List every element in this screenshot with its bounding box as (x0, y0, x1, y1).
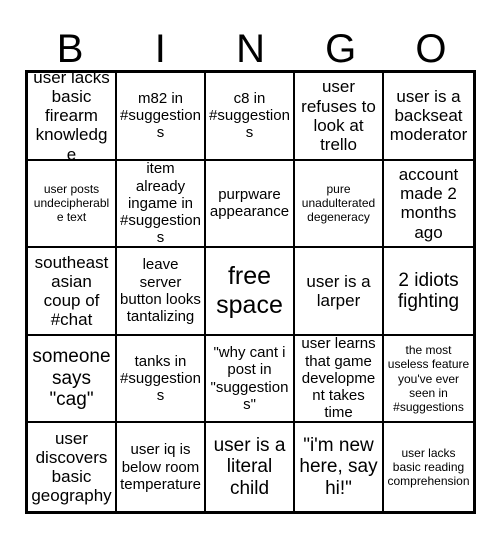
bingo-cell-free-space[interactable]: free space (206, 248, 295, 336)
bingo-cell[interactable]: pure unadulterated degeneracy (295, 160, 384, 249)
bingo-cell-label: user is a larper (306, 271, 371, 310)
bingo-card: B I N G O user lacks basic firearm knowl… (0, 0, 501, 544)
bingo-header: B I N G O (25, 14, 476, 70)
bingo-cell[interactable]: item already ingame in #suggestions (117, 160, 206, 249)
bingo-cell[interactable]: purpware appearance (206, 160, 295, 249)
bingo-cell-label: user is a backseat moderator (389, 86, 468, 145)
bingo-header-letter-b: B (56, 27, 84, 71)
bingo-cell-label: leave server button looks tantalizing (120, 256, 201, 326)
bingo-cell[interactable]: c8 in #suggestions (206, 73, 295, 161)
bingo-cell[interactable]: user is a literal child (206, 423, 295, 511)
bingo-cell-label: someone says "cag" (32, 346, 111, 411)
bingo-cell-label: "why cant i post in "suggestions" (210, 344, 289, 413)
bingo-cell[interactable]: user lacks basic reading comprehension (384, 423, 473, 511)
bingo-cell-label: user lacks basic reading comprehension (387, 445, 470, 489)
bingo-cell-label: free space (216, 262, 283, 319)
bingo-cell[interactable]: account made 2 months ago (384, 160, 473, 249)
bingo-cell[interactable]: the most useless feature you've ever see… (384, 335, 473, 424)
bingo-cell-label: item already ingame in #suggestions (120, 160, 201, 247)
bingo-cell[interactable]: "why cant i post in "suggestions" (206, 335, 295, 424)
bingo-cell[interactable]: user refuses to look at trello (295, 73, 384, 161)
bingo-cell[interactable]: user is a larper (295, 248, 384, 336)
bingo-cell-label: user is a literal child (213, 434, 286, 499)
bingo-cell[interactable]: southeast asian coup of #chat (28, 248, 117, 336)
bingo-cell-label: account made 2 months ago (398, 164, 459, 242)
bingo-cell[interactable]: user discovers basic geography (28, 423, 117, 511)
bingo-cell-label: user discovers basic geography (31, 428, 112, 506)
bingo-cell-label: user learns that game development takes … (301, 335, 376, 422)
bingo-cell-label: user posts undecipherable text (33, 182, 110, 225)
bingo-cell-label: purpware appearance (209, 186, 290, 221)
bingo-cell[interactable]: tanks in #suggestions (117, 335, 206, 424)
bingo-cell[interactable]: user is a backseat moderator (384, 73, 473, 161)
bingo-cell[interactable]: user lacks basic firearm knowledge (28, 73, 117, 161)
bingo-cell-label: 2 idiots fighting (397, 269, 460, 312)
bingo-cell[interactable]: m82 in #suggestions (117, 73, 206, 161)
bingo-header-letter-i: I (154, 27, 166, 71)
bingo-cell-label: "i'm new here, say hi!" (299, 434, 378, 499)
bingo-cell-label: pure unadulterated degeneracy (301, 182, 376, 225)
bingo-cell[interactable]: 2 idiots fighting (384, 248, 473, 336)
bingo-cell-label: user refuses to look at trello (301, 77, 376, 154)
bingo-cell-label: the most useless feature you've ever see… (387, 343, 470, 414)
bingo-cell[interactable]: user iq is below room temperature (117, 423, 206, 511)
bingo-header-letter-o: O (415, 27, 447, 71)
bingo-cell[interactable]: someone says "cag" (28, 335, 117, 424)
bingo-cell-label: user iq is below room temperature (120, 441, 201, 493)
bingo-cell[interactable]: user posts undecipherable text (28, 160, 117, 249)
bingo-header-letter-g: G (325, 27, 357, 71)
bingo-grid: user lacks basic firearm knowledge m82 in… (25, 70, 476, 514)
bingo-cell[interactable]: user learns that game development takes … (295, 335, 384, 424)
bingo-cell[interactable]: leave server button looks tantalizing (117, 248, 206, 336)
bingo-cell[interactable]: "i'm new here, say hi!" (295, 423, 384, 511)
bingo-header-letter-n: N (236, 27, 265, 71)
bingo-cell-label: tanks in #suggestions (120, 352, 201, 405)
bingo-cell-label: user lacks basic firearm knowledge (33, 73, 110, 161)
bingo-cell-label: southeast asian coup of #chat (34, 252, 109, 330)
bingo-cell-label: c8 in #suggestions (209, 89, 290, 142)
bingo-cell-label: m82 in #suggestions (120, 89, 201, 142)
